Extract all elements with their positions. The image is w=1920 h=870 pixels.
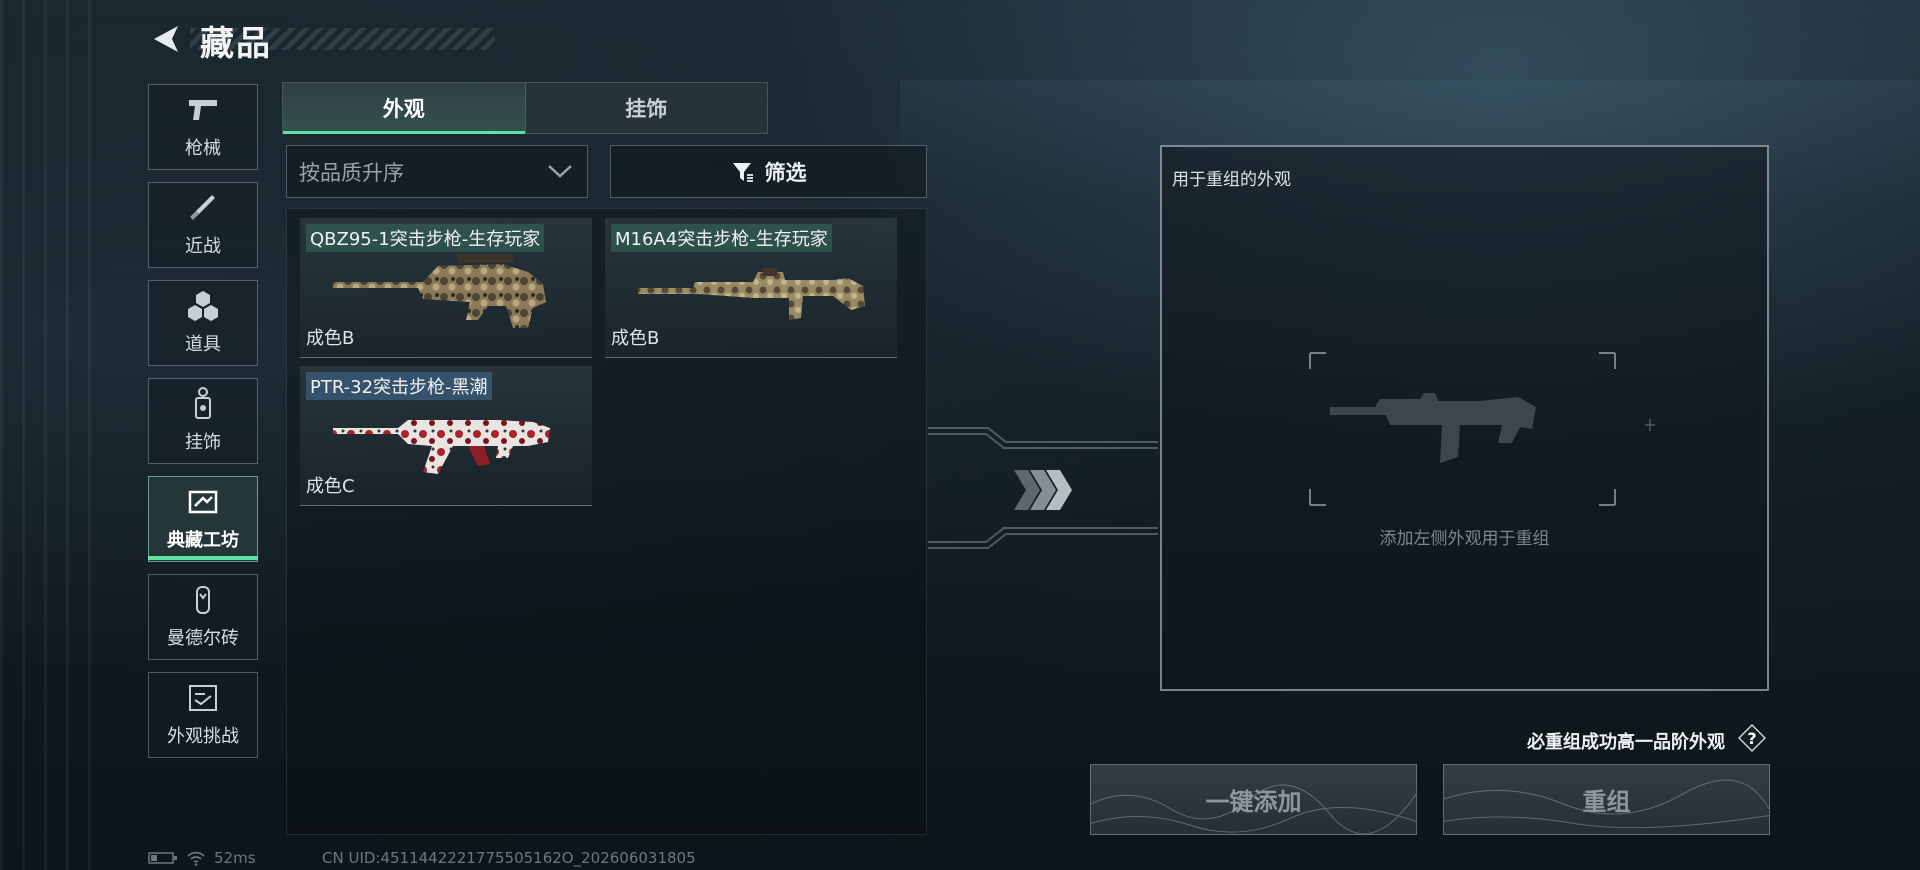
skin-grade: 成色B — [306, 328, 355, 349]
filter-icon — [732, 162, 753, 182]
category-tabs: 外观 挂饰 — [282, 82, 768, 134]
rifle-m16a4-icon — [638, 268, 865, 320]
skin-card[interactable]: QBZ95-1突击步枪-生存玩家 成色B — [300, 218, 592, 358]
rifle-qbz95-icon — [333, 254, 546, 328]
sidebar-item-label: 挂饰 — [185, 432, 221, 453]
sidebar-active-indicator — [148, 556, 258, 560]
skin-card[interactable]: PTR-32突击步枪-黑潮 成色C — [300, 366, 592, 506]
wifi-icon — [187, 851, 205, 866]
recombine-note: 必重组成功高一品阶外观 — [1527, 732, 1725, 753]
sidebar-item-melee[interactable]: 近战 — [148, 182, 258, 268]
chevron-down-icon — [548, 165, 572, 178]
empty-slot-rifle-icon[interactable] — [1300, 345, 1660, 515]
battery-icon — [148, 852, 177, 864]
sort-dropdown[interactable]: 按品质升序 — [286, 145, 588, 198]
page-title: 藏品 — [200, 24, 272, 64]
recombine-hint: 添加左侧外观用于重组 — [1379, 529, 1550, 549]
skin-card[interactable]: M16A4突击步枪-生存玩家 成色B — [605, 218, 897, 358]
knife-icon — [190, 195, 215, 220]
chevron-right-icon — [1014, 470, 1072, 510]
sidebar-item-guns[interactable]: 枪械 — [148, 84, 258, 170]
workshop-icon — [188, 490, 218, 514]
sidebar-item-label: 道具 — [185, 334, 221, 355]
challenge-icon — [189, 685, 217, 711]
sidebar-item-charms[interactable]: 挂饰 — [148, 378, 258, 464]
sidebar-item-label: 典藏工坊 — [167, 530, 239, 551]
ping-value: 52ms — [214, 849, 256, 867]
sort-value: 按品质升序 — [299, 160, 404, 185]
sidebar-item-label: 曼德尔砖 — [167, 628, 239, 649]
svg-text:?: ? — [1747, 729, 1756, 748]
sidebar-item-skin-challenge[interactable]: 外观挑战 — [148, 672, 258, 758]
sidebar-item-label: 枪械 — [185, 138, 221, 159]
tab-appearance[interactable]: 外观 — [283, 83, 525, 134]
recombine-button[interactable]: 重组 — [1443, 764, 1770, 835]
recombine-title: 用于重组的外观 — [1172, 170, 1291, 190]
filter-label: 筛选 — [764, 160, 807, 185]
sidebar-item-props[interactable]: 道具 — [148, 280, 258, 366]
add-all-label: 一键添加 — [1205, 788, 1302, 816]
pistol-icon — [189, 100, 217, 120]
brick-icon — [196, 586, 210, 614]
sidebar-item-workshop[interactable]: 典藏工坊 — [148, 476, 258, 562]
background-stripes — [0, 0, 110, 870]
charm-icon — [195, 387, 211, 419]
back-arrow-icon[interactable] — [148, 22, 182, 56]
sidebar-item-label: 外观挑战 — [167, 726, 239, 747]
skin-grade: 成色C — [306, 476, 355, 497]
transfer-connector — [928, 427, 1158, 549]
filter-button[interactable]: 筛选 — [610, 145, 927, 198]
skin-grade: 成色B — [611, 328, 660, 349]
tab-charms[interactable]: 挂饰 — [524, 83, 767, 133]
sidebar-item-mandel-brick[interactable]: 曼德尔砖 — [148, 574, 258, 660]
add-all-button[interactable]: 一键添加 — [1090, 764, 1417, 835]
help-icon[interactable]: ? — [1738, 724, 1766, 752]
rifle-ptr32-icon — [333, 420, 550, 474]
grenade-icon — [188, 291, 218, 321]
user-uid: CN UID:4511442221775505162O_202606031805 — [322, 849, 696, 867]
sidebar-item-label: 近战 — [185, 236, 221, 257]
recombine-label: 重组 — [1582, 788, 1631, 816]
status-bar: 52ms — [148, 849, 256, 867]
